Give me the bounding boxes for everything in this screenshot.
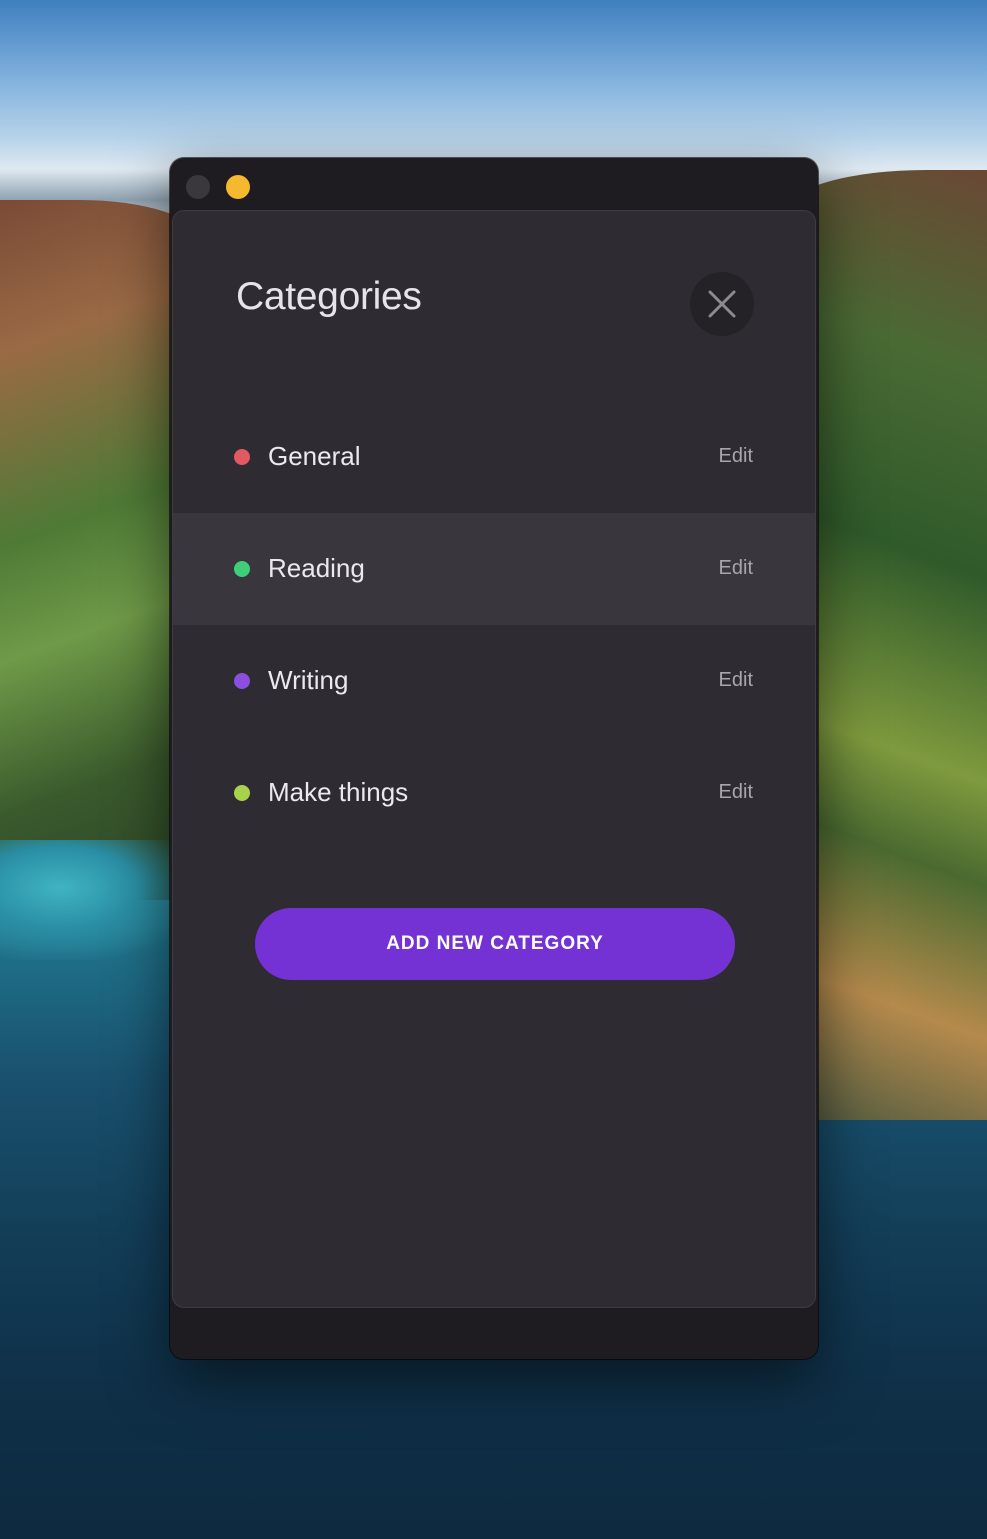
edit-category-button[interactable]: Edit [719, 445, 753, 468]
category-color-dot [234, 673, 250, 689]
app-window: Categories General Edit Reading Edit Wri… [170, 158, 818, 1359]
sheet-title: Categories [236, 275, 422, 318]
category-row-make-things[interactable]: Make things Edit [173, 737, 815, 849]
edit-category-button[interactable]: Edit [719, 557, 753, 580]
category-list: General Edit Reading Edit Writing Edit M… [173, 401, 815, 849]
window-close-button[interactable] [186, 175, 210, 199]
category-label: Reading [268, 553, 365, 583]
title-bar [170, 158, 818, 210]
edit-category-button[interactable]: Edit [719, 781, 753, 804]
category-label: General [268, 441, 361, 471]
close-icon [708, 290, 736, 318]
category-color-dot [234, 561, 250, 577]
category-label: Make things [268, 777, 409, 807]
window-minimize-button[interactable] [226, 175, 250, 199]
close-sheet-button[interactable] [690, 272, 754, 336]
category-label: Writing [268, 665, 349, 695]
add-new-category-button[interactable]: ADD NEW CATEGORY [255, 908, 735, 980]
category-row-writing[interactable]: Writing Edit [173, 625, 815, 737]
category-row-general[interactable]: General Edit [173, 401, 815, 513]
category-color-dot [234, 449, 250, 465]
category-row-reading[interactable]: Reading Edit [173, 513, 815, 625]
category-color-dot [234, 785, 250, 801]
edit-category-button[interactable]: Edit [719, 669, 753, 692]
categories-sheet: Categories General Edit Reading Edit Wri… [172, 210, 816, 1308]
